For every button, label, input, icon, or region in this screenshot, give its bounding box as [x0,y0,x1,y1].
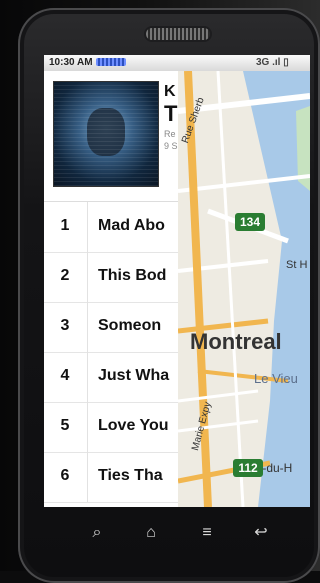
track-divider [87,302,88,352]
album-art[interactable] [53,81,159,187]
network-status: 3G .ıl ▯ [256,57,289,68]
album-meta-line-1: Re [164,129,176,139]
track-divider [87,202,88,252]
track-title: Just Wha [98,367,178,385]
earpiece-speaker [146,28,210,40]
music-panel: K T Re 9 S 1 Mad Abo 2 This Bod 3 Someon… [44,71,178,507]
track-title: This Bod [98,267,178,285]
battery-icon [96,58,126,66]
track-number: 4 [54,367,76,385]
track-number: 1 [54,217,76,235]
track-title: Ties Tha [98,467,178,485]
track-number: 6 [54,467,76,485]
search-icon[interactable]: ⌕ [86,522,108,544]
track-number: 5 [54,417,76,435]
status-bar: 10:30 AM 3G .ıl ▯ [44,55,310,71]
back-icon[interactable]: ↩ [250,522,272,544]
device-screen: 10:30 AM 3G .ıl ▯ K T Re 9 S 1 Mad Abo 2… [44,55,310,507]
track-divider [87,252,88,302]
track-title: Mad Abo [98,217,178,235]
track-row[interactable]: 4 Just Wha [44,352,178,403]
home-icon[interactable]: ⌂ [140,522,162,544]
menu-icon[interactable]: ≡ [196,522,218,544]
track-title: Love You [98,417,178,435]
track-row[interactable]: 6 Ties Tha [44,452,178,503]
route-134-marker: 134 [235,213,265,231]
track-title: Someon [98,317,178,335]
route-112-marker: 112 [233,459,263,477]
album-header: K T Re 9 S [44,71,178,202]
track-divider [87,452,88,502]
track-divider [87,352,88,402]
album-meta-line-2: 9 S [164,141,178,151]
hardware-navbar: ⌕ ⌂ ≡ ↩ [52,508,310,570]
track-row[interactable]: 1 Mad Abo [44,202,178,253]
map-city-label: Montreal [190,329,282,355]
track-row[interactable]: 2 This Bod [44,252,178,303]
album-art-texture [54,82,158,186]
map-view[interactable]: Rue Sherb 134 St H Île S Montreal Le Vie… [178,71,310,507]
status-time: 10:30 AM [49,57,93,68]
track-number: 3 [54,317,76,335]
track-divider [87,402,88,452]
track-row[interactable]: 5 Love You [44,402,178,453]
album-title-fragment: K [164,83,176,101]
track-row[interactable]: 3 Someon [44,302,178,353]
map-label-st-helene: St H Île S [286,259,310,271]
map-label-vieux: Le Vieu [254,371,298,386]
track-number: 2 [54,267,76,285]
album-title-fragment-2: T [164,101,177,127]
